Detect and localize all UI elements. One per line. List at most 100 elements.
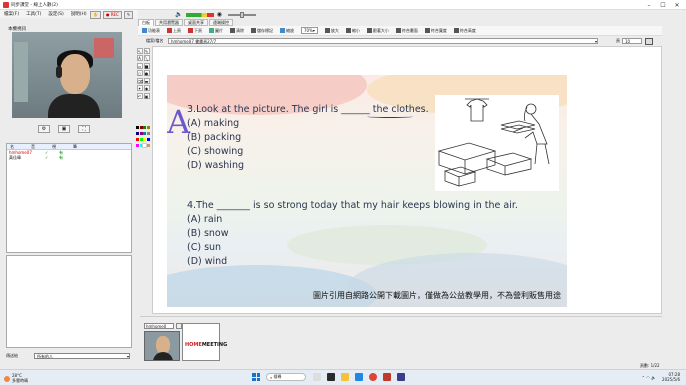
eraser-icon[interactable]: ⌫ — [136, 77, 143, 84]
q4-option-b: (B) snow — [187, 228, 229, 239]
wifi-icon[interactable]: ◠ — [646, 375, 650, 380]
fit-page-icon[interactable] — [645, 37, 653, 45]
teams-icon[interactable] — [397, 373, 405, 381]
file-bar: 檔案/檔名 hmhome07 書畫頁27/7 ▾ 頁 10 — [138, 37, 662, 45]
q3-option-a: (A) making — [187, 118, 240, 129]
edge-icon[interactable] — [355, 373, 363, 381]
camera-fullscreen-icon[interactable]: ⛶ — [78, 125, 90, 133]
volume-icon[interactable]: 🔈 — [651, 375, 656, 380]
taskbar-search[interactable]: ⌕ 搜尋 — [266, 373, 306, 381]
classroom-app-icon[interactable] — [383, 373, 391, 381]
pointer-icon[interactable]: ↖ — [136, 47, 143, 54]
menu-file[interactable]: 檔案(F) — [4, 11, 19, 17]
menu-settings[interactable]: 設定(S) — [48, 11, 63, 17]
local-camera-video — [12, 32, 122, 118]
user-row[interactable]: 黃佳暐 ✓ 有 — [7, 155, 131, 161]
zoom-button[interactable]: 縮放 — [280, 28, 294, 34]
zoom-in-button[interactable]: 放大 — [324, 28, 339, 34]
file-select[interactable]: hmhome07 書畫頁27/7 ▾ — [168, 38, 598, 44]
record-icon[interactable]: ◉ — [217, 11, 222, 18]
pen-icon[interactable]: ✎ — [123, 10, 134, 19]
fill-ellipse-icon[interactable]: ● — [143, 70, 150, 76]
q4-option-a: (A) rain — [187, 214, 223, 225]
rect-tool-icon[interactable]: ▭ — [136, 62, 143, 69]
chat-panel[interactable] — [6, 255, 132, 348]
image-button[interactable]: 圖片 — [209, 28, 223, 34]
file-explorer-icon[interactable] — [341, 373, 349, 381]
send-to-label: 傳送給 — [6, 352, 18, 358]
image-credit-caption: 圖片引用自網路公開下載圖片，僅做為公益教學用，不為營利販售用途 — [313, 291, 561, 300]
close-button[interactable]: ✕ — [670, 0, 684, 10]
speaker-icon[interactable]: 🔈 — [175, 11, 182, 18]
save-marks-button[interactable]: 儲存標記 — [251, 28, 273, 34]
fit-screen-button[interactable]: 符合畫面 — [395, 28, 418, 34]
zoom-out-button[interactable]: 縮小 — [345, 28, 360, 34]
page-label: 頁 — [616, 38, 620, 43]
clear-button[interactable]: 清除 — [230, 28, 244, 34]
tab-bar: 白板 共用瀏覽器 桌面共享 遠端操控 — [138, 19, 234, 26]
fit-size-button[interactable]: 跟著大小 — [366, 28, 389, 34]
fit-height-button[interactable]: 符合高度 — [453, 28, 476, 34]
prev-page-button[interactable]: 上頁 — [167, 28, 181, 34]
start-button[interactable] — [252, 373, 260, 381]
tab-shared-browser[interactable]: 共用瀏覽器 — [155, 19, 183, 26]
send-row: 傳送給 所有的人 ▾ — [6, 352, 132, 359]
q4-option-c: (C) sun — [187, 242, 222, 253]
text-tool-icon[interactable]: A — [136, 55, 143, 61]
app-icon — [3, 1, 9, 8]
rec-button[interactable]: ● REC — [102, 10, 122, 19]
volume-meter — [185, 12, 214, 17]
sun-icon — [4, 375, 10, 382]
tab-remote-control[interactable]: 遠端操控 — [209, 19, 233, 26]
q3-option-c: (C) showing — [187, 146, 244, 157]
fit-width-button[interactable]: 符合寬度 — [424, 28, 447, 34]
ellipse-tool-icon[interactable]: ○ — [136, 70, 143, 76]
whiteboard-canvas[interactable]: A 3.Look at the picture. The girl is ___… — [152, 46, 662, 314]
menu-tools[interactable]: 工具(T) — [26, 11, 41, 17]
tab-whiteboard[interactable]: 白板 — [138, 19, 154, 26]
search-icon: ⌕ — [270, 374, 273, 380]
page-select[interactable]: 10 — [622, 38, 642, 44]
windows-taskbar: 28°C 多雲時晴 ⌕ 搜尋 ⌃ ◠ 🔈 07:28 2025/5/6 — [0, 369, 686, 385]
chevron-up-icon[interactable]: ⌃ — [642, 375, 645, 380]
drawing-tools: ↖ ✎ A ╲ ▭ ■ ○ ● ⌫▬ ✦ ◆ ↶ ▣ — [136, 47, 152, 100]
send-to-select[interactable]: 所有的人 ▾ — [34, 352, 130, 359]
homemeeting-logo: HOMEMEETING — [185, 342, 228, 348]
tab-desktop-share[interactable]: 桌面共享 — [184, 19, 208, 26]
q3-option-b: (B) packing — [187, 132, 242, 143]
laser-icon[interactable]: ✦ — [136, 85, 143, 91]
task-view-icon[interactable] — [313, 373, 321, 381]
video-thumbnail-strip: hmhome0 HOMEMEETING — [140, 316, 662, 362]
next-page-button[interactable]: 下頁 — [188, 28, 202, 34]
fill-rect-icon[interactable]: ■ — [143, 62, 150, 69]
color-palette[interactable] — [136, 125, 152, 149]
user-list: 名 音 視 筆 hmhome07 ✓ 有 黃佳暐 ✓ 有 — [6, 143, 132, 253]
pen-tool-icon[interactable]: ✎ — [143, 47, 150, 54]
volume-slider[interactable] — [227, 11, 256, 18]
undo-icon[interactable]: ↶ — [136, 92, 143, 99]
line-tool-icon[interactable]: ╲ — [143, 55, 150, 61]
menu-help[interactable]: 說明(H) — [71, 11, 87, 17]
participant-thumbnail[interactable] — [144, 331, 180, 361]
worksheet-slide: A 3.Look at the picture. The girl is ___… — [167, 75, 567, 307]
hand-icon[interactable]: ✋ — [90, 10, 101, 19]
maximize-button[interactable]: ☐ — [656, 0, 670, 10]
camera-settings-icon[interactable]: ⚙ — [38, 125, 50, 133]
chrome-icon[interactable] — [369, 373, 377, 381]
weather-widget[interactable]: 28°C 多雲時晴 — [4, 373, 28, 384]
window-title: 同步課堂 - 線上人數(2) — [11, 2, 58, 8]
image-tool-icon[interactable]: ▣ — [143, 92, 150, 99]
taskbar-clock[interactable]: 07:28 2025/5/6 — [662, 372, 680, 382]
packing-clothes-illustration — [435, 95, 559, 191]
media-app-icon[interactable] — [327, 373, 335, 381]
stamp-icon[interactable]: ◆ — [143, 85, 150, 91]
zoom-select[interactable]: 70% ▾ — [301, 27, 318, 34]
handwritten-underline — [367, 115, 413, 118]
meeting-logo-thumbnail[interactable]: HOMEMEETING — [182, 323, 227, 361]
minimize-button[interactable]: – — [642, 0, 656, 10]
camera-toggle-icon[interactable]: ▣ — [58, 125, 70, 133]
thumb-user-select[interactable]: hmhome0 — [144, 323, 174, 329]
menu-button[interactable]: 功能表 — [142, 28, 160, 34]
top-controls: ✋ ● REC ✎ 🔈 ◉ — [90, 10, 290, 19]
highlighter-icon[interactable]: ▬ — [143, 77, 150, 84]
